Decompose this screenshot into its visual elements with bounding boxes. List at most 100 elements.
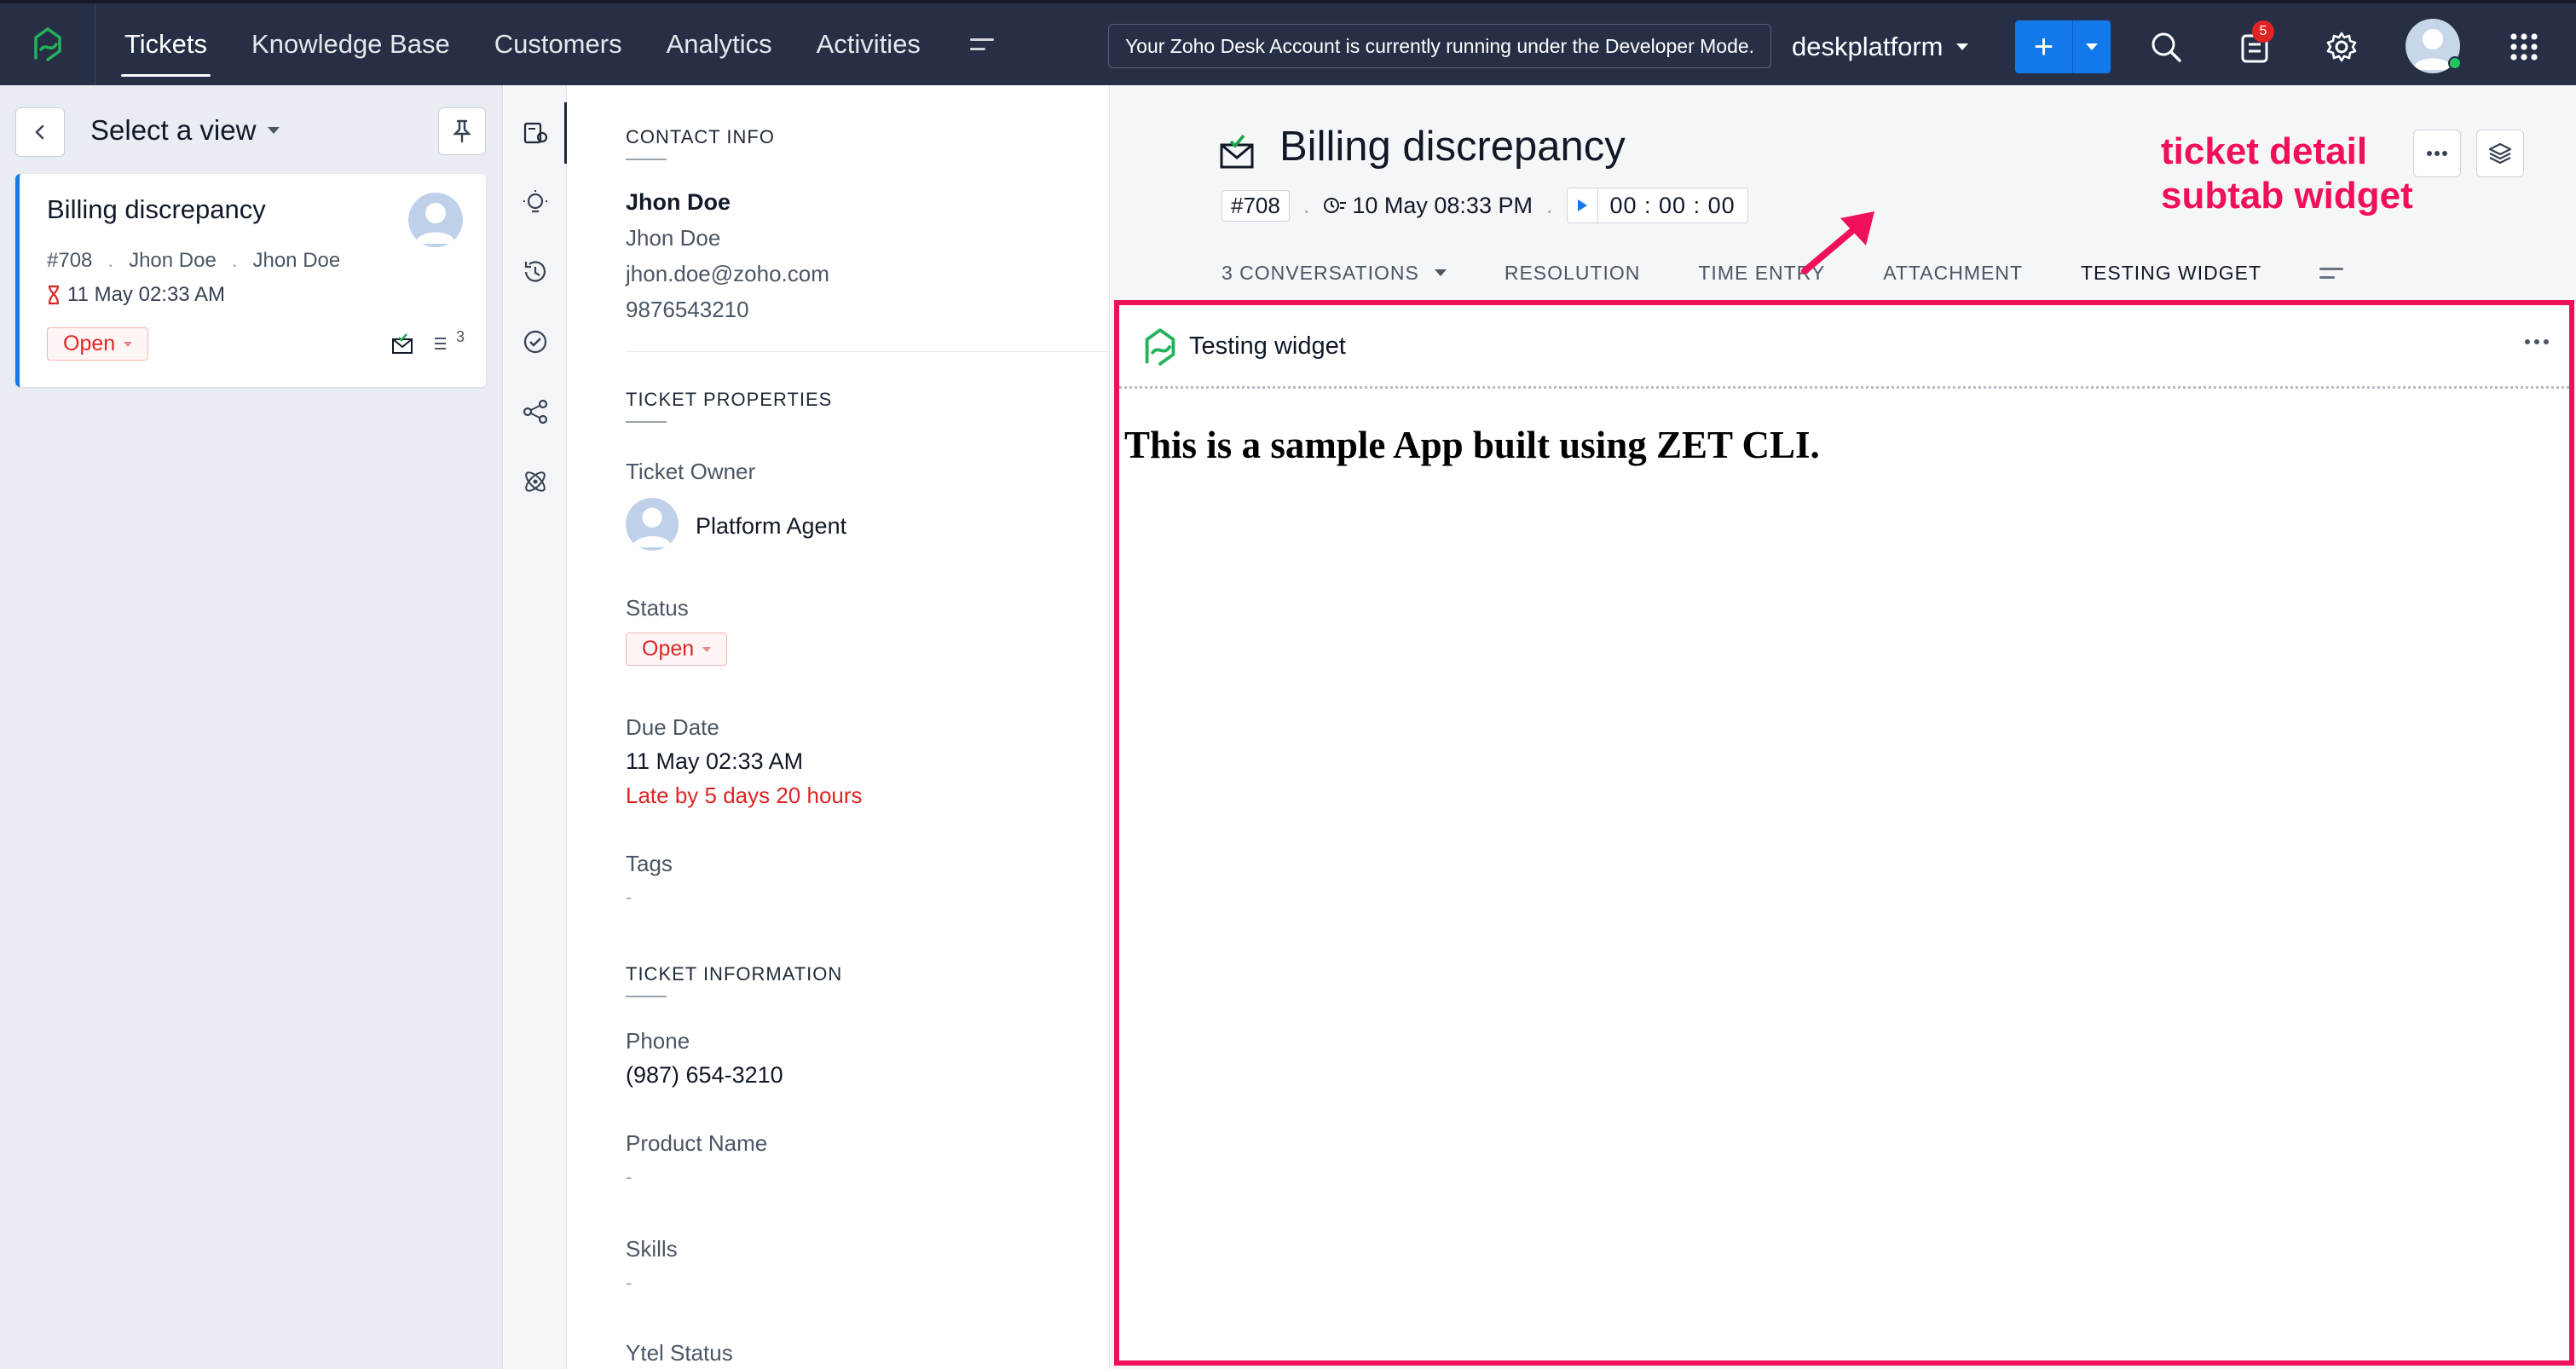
tags-label: Tags — [626, 851, 673, 876]
main-nav: Tickets Knowledge Base Customers Analyti… — [120, 3, 1004, 85]
history-icon[interactable] — [514, 251, 557, 293]
phone-field-value[interactable]: (987) 654-3210 — [626, 1062, 783, 1089]
thread-count-value: 3 — [456, 327, 465, 345]
settings-icon[interactable] — [2320, 26, 2363, 68]
contact-email[interactable]: jhon.doe@zoho.com — [626, 261, 829, 287]
annotation-line-2: subtab widget — [2161, 175, 2413, 217]
ticket-properties-title: TICKET PROPERTIES — [626, 389, 833, 423]
plus-icon[interactable]: + — [2015, 20, 2073, 73]
ticket-detail-subtabs: 3 CONVERSATIONS RESOLUTION TIME ENTRY AT… — [1222, 256, 2345, 290]
email-channel-icon — [1218, 133, 1257, 172]
contact-name[interactable]: Jhon Doe — [626, 189, 731, 216]
tab-testing-widget[interactable]: TESTING WIDGET — [2081, 262, 2261, 285]
created-time-value: 10 May 08:33 PM — [1352, 192, 1533, 218]
nav-tab-tickets[interactable]: Tickets — [120, 3, 211, 85]
tags-value[interactable]: - — [626, 887, 632, 909]
play-timer-button[interactable] — [1568, 188, 1598, 222]
nav-tab-activities[interactable]: Activities — [817, 3, 921, 85]
ticket-card-status: Open — [47, 327, 149, 361]
contact-avatar — [408, 193, 463, 247]
ticket-detail-header: Billing discrepancy #708 . 10 May 08:33 … — [1111, 85, 2576, 295]
add-button-group: + — [2015, 20, 2111, 73]
layers-icon — [2488, 142, 2512, 165]
share-icon[interactable] — [514, 390, 557, 433]
tasks-check-icon[interactable] — [514, 321, 557, 363]
tab-conversations[interactable]: 3 CONVERSATIONS — [1222, 262, 1447, 285]
top-navigation-bar: Tickets Knowledge Base Customers Analyti… — [0, 0, 2576, 85]
nav-tab-customers[interactable]: Customers — [494, 3, 622, 85]
ticket-card-account[interactable]: Jhon Doe — [252, 249, 340, 273]
zoho-desk-logo-icon[interactable] — [0, 3, 95, 85]
status-field-value: Open — [642, 637, 695, 661]
product-name-value[interactable]: - — [626, 1166, 632, 1188]
nav-tab-analytics[interactable]: Analytics — [667, 3, 772, 85]
pin-button[interactable] — [438, 107, 486, 155]
due-date-value[interactable]: 11 May 02:33 AM — [626, 748, 803, 775]
play-icon — [1578, 199, 1587, 211]
owner-avatar — [626, 498, 679, 551]
chevron-down-icon — [1956, 43, 1969, 50]
contact-phone[interactable]: 9876543210 — [626, 297, 749, 323]
view-selector[interactable]: Select a view — [90, 114, 280, 147]
product-name-label: Product Name — [626, 1130, 768, 1156]
chevron-down-icon — [702, 646, 712, 652]
contact-info-title: CONTACT INFO — [626, 126, 775, 160]
ticket-list-panel: Select a view Billing discrepancy #708 .… — [0, 85, 503, 1369]
developer-mode-notice: Your Zoho Desk Account is currently runn… — [1108, 24, 1771, 68]
ticket-card-subject[interactable]: Billing discrepancy — [47, 194, 266, 225]
threads-icon — [435, 338, 446, 349]
portal-switcher[interactable]: deskplatform — [1792, 26, 1969, 68]
status-dropdown[interactable]: Open — [47, 327, 149, 361]
status-field-label: Status — [626, 595, 689, 621]
more-menu-icon[interactable] — [969, 27, 1004, 61]
notifications-icon[interactable]: 5 — [2233, 20, 2276, 68]
tab-resolution[interactable]: RESOLUTION — [1505, 262, 1641, 285]
chevron-down-icon — [2086, 43, 2098, 50]
annotation-line-1: ticket detail — [2161, 130, 2368, 172]
search-icon[interactable] — [2145, 26, 2187, 68]
portal-name: deskplatform — [1792, 32, 1944, 61]
tab-attachment[interactable]: ATTACHMENT — [1883, 262, 2023, 285]
ticket-owner-value[interactable]: Platform Agent — [696, 513, 846, 540]
tab-label: 3 CONVERSATIONS — [1222, 261, 1419, 284]
section-divider — [626, 351, 1109, 352]
apps-grid-icon[interactable] — [2503, 26, 2545, 68]
widget-body-text: This is a sample App built using ZET CLI… — [1124, 424, 1820, 466]
widget-header: Testing widget — [1119, 305, 2569, 389]
widget-more-icon[interactable] — [2525, 339, 2549, 344]
detail-side-icon-strip — [504, 85, 567, 1369]
created-time: 10 May 08:33 PM — [1323, 193, 1533, 219]
layers-button[interactable] — [2476, 130, 2524, 177]
thread-count[interactable]: 3 — [434, 328, 465, 353]
back-button[interactable] — [15, 107, 65, 157]
more-horizontal-icon — [2427, 151, 2447, 156]
due-date-label: Due Date — [626, 714, 719, 740]
phone-field-label: Phone — [626, 1028, 690, 1054]
atom-extension-icon[interactable] — [514, 460, 557, 503]
account-name[interactable]: Jhon Doe — [626, 225, 720, 251]
skills-label: Skills — [626, 1236, 678, 1262]
ticket-card-meta: #708 . Jhon Doe . Jhon Doe — [47, 249, 341, 273]
ticket-meta-row: #708 . 10 May 08:33 PM . 00 : 00 : 00 — [1222, 188, 1748, 223]
ticket-card-due: 11 May 02:33 AM — [47, 283, 225, 307]
zoho-desk-logo-icon — [1141, 326, 1179, 368]
chevron-down-icon — [124, 341, 133, 347]
ticket-number[interactable]: #708 — [1222, 189, 1290, 222]
ideas-icon[interactable] — [514, 181, 557, 223]
ticket-subject[interactable]: Billing discrepancy — [1279, 123, 1626, 170]
add-dropdown-button[interactable] — [2073, 20, 2111, 73]
ticket-card-contact[interactable]: Jhon Doe — [129, 249, 217, 273]
ticket-information-title: TICKET INFORMATION — [626, 963, 843, 997]
nav-tab-knowledge-base[interactable]: Knowledge Base — [251, 3, 450, 85]
notification-count-badge: 5 — [2252, 20, 2274, 43]
online-status-icon — [2448, 56, 2462, 70]
ticket-card-number: #708 — [47, 249, 93, 272]
skills-value[interactable]: - — [626, 1272, 632, 1294]
more-tabs-icon[interactable] — [2319, 267, 2345, 279]
status-field-dropdown[interactable]: Open — [626, 633, 728, 666]
more-actions-button[interactable] — [2413, 130, 2461, 177]
pin-icon — [453, 119, 471, 143]
ticket-card[interactable]: Billing discrepancy #708 . Jhon Doe . Jh… — [15, 174, 486, 387]
ticket-properties-icon[interactable] — [514, 111, 557, 153]
timer-value: 00 : 00 : 00 — [1609, 192, 1736, 218]
